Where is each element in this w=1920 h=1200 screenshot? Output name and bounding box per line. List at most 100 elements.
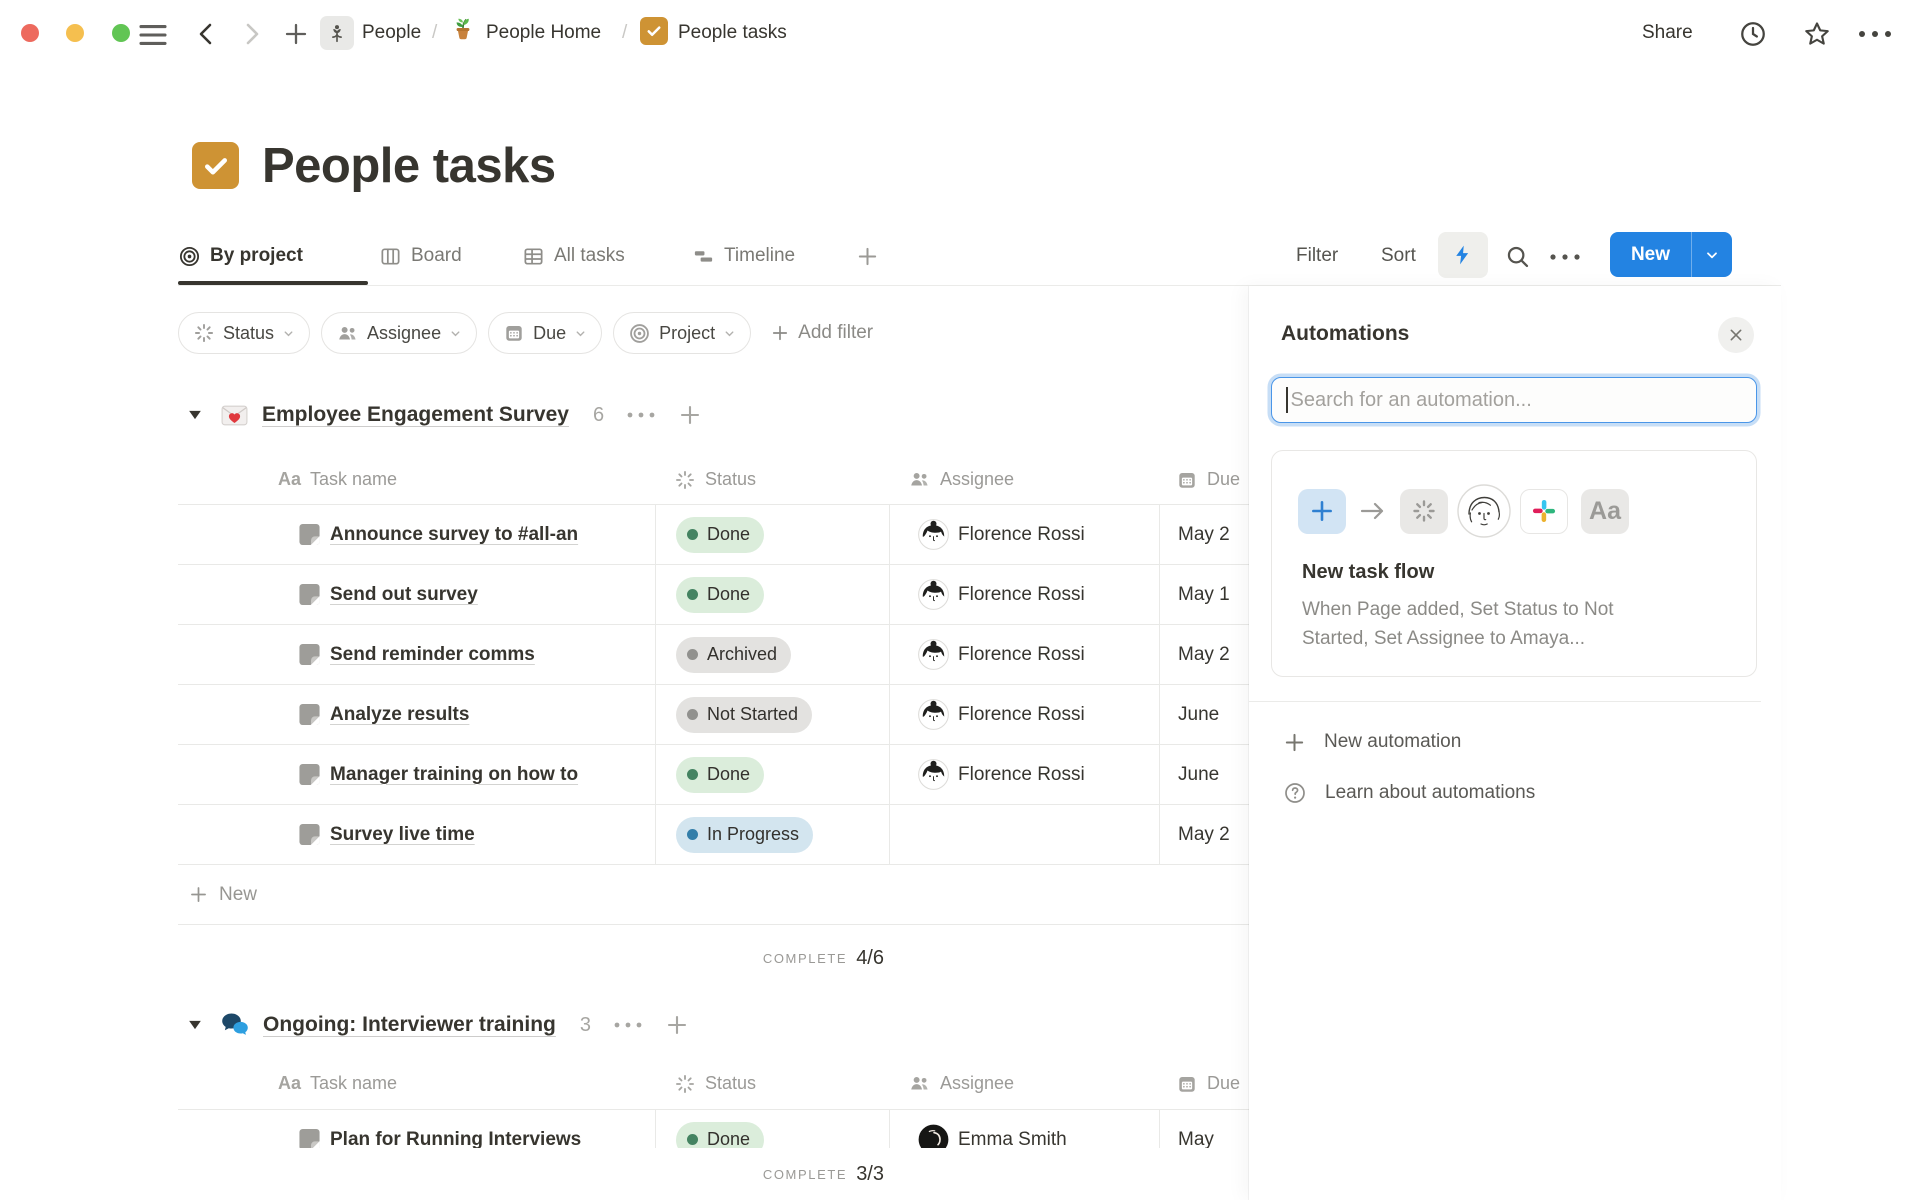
table-row[interactable]: Survey live time In Progress May 2 (178, 805, 1249, 865)
task-name-link[interactable]: Send reminder comms (330, 644, 535, 666)
assignee-name: Florence Rossi (958, 704, 1085, 726)
column-header-task-name[interactable]: Aa Task name (178, 455, 656, 504)
teamspace-flower-icon[interactable] (320, 16, 354, 50)
assignee-empty[interactable] (890, 805, 1160, 864)
group-add-icon[interactable] (678, 403, 702, 427)
group-complete-aggregate[interactable]: COMPLETE 3/3 (178, 1156, 884, 1192)
table-row[interactable]: Send out survey Done Florence Rossi May … (178, 565, 1249, 625)
status-badge[interactable]: Not Started (676, 697, 812, 733)
task-name-link[interactable]: Manager training on how to (330, 764, 578, 786)
page-added-plus-icon (1298, 489, 1346, 534)
task-name-link[interactable]: Survey live time (330, 824, 475, 846)
text-property-icon: Aa (278, 469, 301, 490)
favorite-star-icon[interactable] (1802, 19, 1832, 49)
tab-board[interactable]: Board (379, 243, 462, 269)
forward-icon[interactable] (240, 21, 264, 47)
due-date[interactable]: May 2 (1160, 625, 1249, 684)
new-button[interactable]: New (1610, 232, 1732, 277)
table-row[interactable]: Send reminder comms Archived Florence Ro… (178, 625, 1249, 685)
close-icon[interactable] (1718, 317, 1754, 353)
breadcrumb-people[interactable]: People (362, 22, 421, 44)
due-date[interactable]: May 2 (1160, 505, 1249, 564)
add-filter-button[interactable]: Add filter (770, 322, 873, 344)
task-name-link[interactable]: Announce survey to #all-an (330, 524, 578, 546)
group-count: 6 (593, 404, 604, 427)
chip-label: Status (223, 323, 274, 344)
search-icon[interactable] (1504, 243, 1531, 270)
new-row-button[interactable]: New (178, 865, 1249, 925)
traffic-light-zoom[interactable] (112, 24, 130, 42)
page-icon (298, 643, 321, 666)
new-button-label[interactable]: New (1610, 244, 1691, 266)
traffic-light-minimize[interactable] (66, 24, 84, 42)
filter-chip-assignee[interactable]: Assignee (321, 312, 477, 354)
breadcrumb-checkbox-icon (640, 17, 668, 45)
traffic-light-close[interactable] (21, 24, 39, 42)
breadcrumb-people-tasks[interactable]: People tasks (678, 22, 787, 44)
table-header-row: Aa Task name Status Assignee Due (178, 455, 1249, 505)
status-badge[interactable]: Done (676, 517, 764, 553)
filter-chip-due[interactable]: Due (488, 312, 602, 354)
breadcrumb-people-home[interactable]: People Home (486, 22, 601, 44)
tab-by-project[interactable]: By project (178, 243, 303, 269)
task-name-link[interactable]: Send out survey (330, 584, 478, 606)
table-row[interactable]: Announce survey to #all-an Done Florence… (178, 505, 1249, 565)
filter-chip-project[interactable]: Project (613, 312, 751, 354)
column-header-due[interactable]: Due (1160, 1058, 1249, 1109)
column-label: Due (1207, 1073, 1240, 1094)
tab-all-tasks[interactable]: All tasks (522, 243, 625, 269)
status-badge[interactable]: In Progress (676, 817, 813, 853)
sidebar-menu-icon[interactable] (138, 23, 168, 47)
more-options-icon[interactable] (1856, 28, 1896, 40)
new-dropdown-chevron-icon[interactable] (1692, 247, 1732, 263)
page-checkbox-icon[interactable] (192, 142, 239, 189)
due-date[interactable]: June (1160, 685, 1249, 744)
automation-card-new-task-flow[interactable]: Aa New task flow When Page added, Set St… (1271, 450, 1757, 677)
status-badge[interactable]: Done (676, 757, 764, 793)
assignee-name: Florence Rossi (958, 764, 1085, 786)
group-add-icon[interactable] (665, 1013, 689, 1037)
filter-chip-status[interactable]: Status (178, 312, 310, 354)
share-button[interactable]: Share (1642, 22, 1693, 44)
divider (1249, 701, 1761, 702)
table-row[interactable]: Analyze results Not Started Florence Ros… (178, 685, 1249, 745)
avatar (918, 519, 949, 550)
back-icon[interactable] (194, 21, 218, 47)
board-icon (379, 245, 402, 268)
group-title[interactable]: Ongoing: Interviewer training (263, 1013, 556, 1037)
learn-about-automations-link[interactable]: Learn about automations (1283, 774, 1535, 812)
group-complete-aggregate[interactable]: COMPLETE 4/6 (178, 938, 884, 978)
add-view-icon[interactable] (856, 243, 879, 269)
due-date[interactable]: May 2 (1160, 805, 1249, 864)
status-badge[interactable]: Done (676, 577, 764, 613)
group-options-icon[interactable] (613, 1021, 643, 1029)
automations-lightning-button[interactable] (1438, 232, 1488, 278)
filter-button[interactable]: Filter (1296, 245, 1338, 267)
column-header-assignee[interactable]: Assignee (890, 455, 1160, 504)
group-options-icon[interactable] (626, 411, 656, 419)
tab-timeline[interactable]: Timeline (692, 243, 795, 269)
column-header-due[interactable]: Due (1160, 455, 1249, 504)
group-title[interactable]: Employee Engagement Survey (262, 403, 569, 427)
status-dot-icon (687, 649, 698, 660)
status-badge[interactable]: Archived (676, 637, 791, 673)
new-page-icon[interactable] (284, 22, 308, 46)
column-header-status[interactable]: Status (656, 1058, 890, 1109)
assignee-name: Florence Rossi (958, 584, 1085, 606)
new-automation-button[interactable]: New automation (1283, 723, 1461, 761)
due-date[interactable]: June (1160, 745, 1249, 804)
updates-clock-icon[interactable] (1738, 19, 1768, 49)
new-automation-label: New automation (1324, 731, 1461, 753)
automation-search-input[interactable]: Search for an automation... (1271, 377, 1757, 423)
table-row[interactable]: Manager training on how to Done Florence… (178, 745, 1249, 805)
due-date[interactable]: May 1 (1160, 565, 1249, 624)
task-name-link[interactable]: Analyze results (330, 704, 469, 726)
collapse-triangle-icon[interactable] (188, 1019, 202, 1031)
tab-label: Board (411, 245, 462, 267)
column-header-status[interactable]: Status (656, 455, 890, 504)
column-header-assignee[interactable]: Assignee (890, 1058, 1160, 1109)
sort-button[interactable]: Sort (1381, 245, 1416, 267)
collapse-triangle-icon[interactable] (188, 409, 202, 421)
view-options-icon[interactable] (1548, 252, 1584, 262)
column-header-task-name[interactable]: Aa Task name (178, 1058, 656, 1109)
